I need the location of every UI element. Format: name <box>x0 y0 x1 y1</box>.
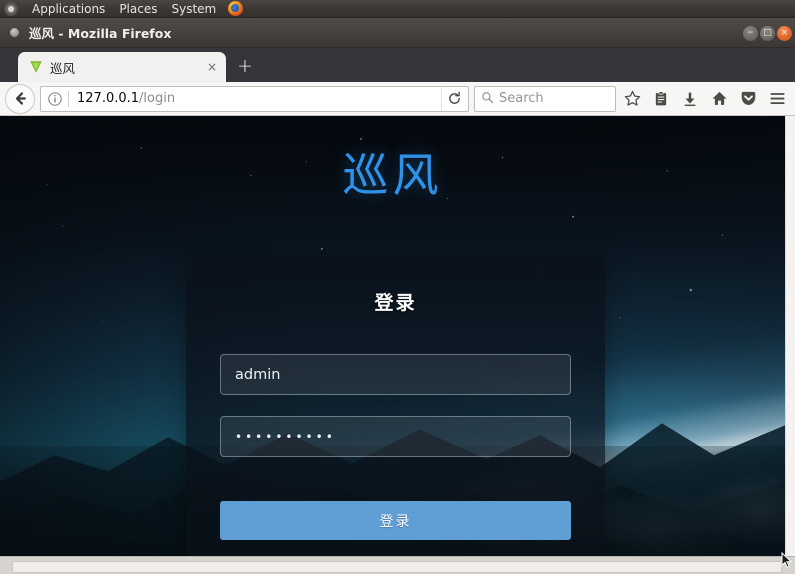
app-menu-button[interactable] <box>764 86 790 112</box>
search-input[interactable]: Search <box>499 91 544 106</box>
username-input[interactable] <box>220 354 571 395</box>
tab-title: 巡风 <box>50 60 76 76</box>
maximize-button[interactable]: □ <box>760 25 775 41</box>
library-button[interactable] <box>648 86 674 112</box>
window-menu-icon[interactable] <box>10 28 19 37</box>
login-page: 巡风 登录 登录 <box>0 116 785 574</box>
firefox-window: 巡风 - Mozilla Firefox – □ × 巡风 × + 127.0.… <box>0 18 795 574</box>
page-brand-title: 巡风 <box>342 148 443 202</box>
library-icon <box>655 90 667 105</box>
url-separator <box>68 90 69 107</box>
magnifier-icon <box>481 89 494 108</box>
window-title: 巡风 - Mozilla Firefox <box>29 26 172 41</box>
close-button[interactable]: × <box>777 25 792 41</box>
bookmark-button[interactable] <box>619 86 645 112</box>
downloads-button[interactable] <box>677 86 703 112</box>
url-text: 127.0.0.1/login <box>77 91 441 106</box>
pocket-button[interactable] <box>735 86 761 112</box>
hamburger-menu-icon <box>770 93 784 105</box>
back-arrow-icon <box>15 92 26 105</box>
back-button[interactable] <box>5 83 35 114</box>
tab-close-icon[interactable]: × <box>204 59 220 75</box>
minimize-button[interactable]: – <box>743 24 758 41</box>
home-button[interactable] <box>706 86 732 112</box>
ubuntu-logo-icon[interactable] <box>4 1 18 16</box>
close-icon: × <box>780 27 789 38</box>
xunfeng-shield-icon <box>29 60 43 74</box>
navigation-toolbar: 127.0.0.1/login Search <box>0 82 795 116</box>
search-bar[interactable]: Search <box>474 85 616 112</box>
login-panel: 登录 登录 <box>186 257 605 574</box>
desktop-bottom-panel <box>0 556 795 574</box>
page-scrollbar[interactable] <box>785 116 795 574</box>
star-icon <box>624 90 640 106</box>
download-arrow-icon <box>684 92 696 106</box>
window-titlebar[interactable]: 巡风 - Mozilla Firefox – □ × <box>0 18 795 48</box>
login-submit-button[interactable]: 登录 <box>220 501 571 540</box>
pocket-shield-icon <box>741 91 755 106</box>
minimize-icon: – <box>747 24 754 38</box>
page-viewport: 巡风 登录 登录 <box>0 116 785 574</box>
password-input[interactable] <box>220 416 571 457</box>
window-controls: – □ × <box>743 18 792 48</box>
login-heading: 登录 <box>374 292 417 314</box>
menu-applications[interactable]: Applications <box>25 0 112 18</box>
home-icon <box>712 91 726 105</box>
maximize-icon: □ <box>763 27 772 38</box>
desktop-bottom-inner <box>12 561 782 573</box>
menu-system[interactable]: System <box>164 0 223 18</box>
firefox-icon[interactable] <box>228 1 244 16</box>
url-bar[interactable]: 127.0.0.1/login <box>40 85 469 112</box>
url-path: /login <box>139 91 176 106</box>
reload-icon <box>448 91 460 104</box>
page-info-icon[interactable] <box>47 91 63 107</box>
desktop-top-panel: Applications Places System <box>0 0 795 18</box>
new-tab-button[interactable]: + <box>230 52 260 82</box>
reload-button[interactable] <box>441 86 466 111</box>
url-host: 127.0.0.1 <box>77 91 140 106</box>
tab-strip: 巡风 × + <box>0 48 795 82</box>
browser-tab[interactable]: 巡风 × <box>18 52 226 82</box>
browser-content: 巡风 登录 登录 <box>0 116 795 574</box>
menu-places[interactable]: Places <box>112 0 164 18</box>
